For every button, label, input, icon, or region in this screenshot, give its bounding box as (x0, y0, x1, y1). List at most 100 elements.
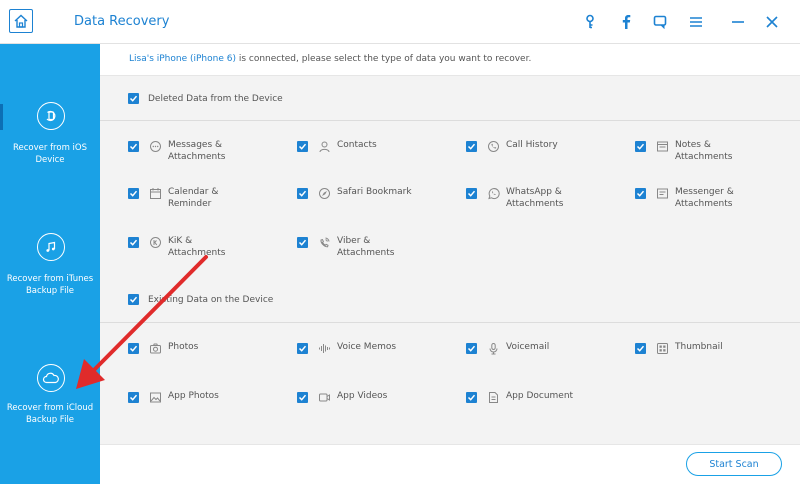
option-whatsapp[interactable]: WhatsApp & Attachments (466, 186, 586, 210)
option-thumbnail[interactable]: Thumbnail (635, 341, 755, 355)
option-photos[interactable]: Photos (128, 341, 248, 355)
option-label: Calendar & Reminder (168, 187, 219, 209)
option-label: App Videos (337, 391, 388, 401)
checkbox[interactable] (128, 237, 139, 248)
option-calendar[interactable]: Calendar & Reminder (128, 186, 248, 210)
document-icon (486, 390, 500, 404)
checkbox[interactable] (128, 343, 139, 354)
option-messages[interactable]: Messages & Attachments (128, 139, 248, 163)
checkmark-icon (298, 190, 307, 197)
option-voice-memos[interactable]: Voice Memos (297, 341, 417, 355)
checkmark-icon (129, 394, 138, 401)
option-app-photos[interactable]: App Photos (128, 390, 248, 404)
facebook-button[interactable] (616, 12, 636, 32)
checkmark-icon (636, 143, 645, 150)
option-app-document[interactable]: App Document (466, 390, 596, 404)
checkbox[interactable] (297, 141, 308, 152)
sidebar-item-itunes-backup[interactable]: Recover from iTunes Backup File (0, 233, 100, 363)
option-label: Call History (506, 140, 558, 150)
checkmark-icon (467, 190, 476, 197)
feedback-button[interactable] (650, 12, 670, 32)
title-bar: Data Recovery (0, 0, 800, 44)
checkmark-icon (129, 239, 138, 246)
facebook-icon (622, 15, 631, 29)
menu-button[interactable] (686, 12, 706, 32)
checkbox[interactable] (128, 188, 139, 199)
checkmark-icon (298, 394, 307, 401)
checkbox[interactable] (128, 141, 139, 152)
sidebar-item-ios-device[interactable]: Recover from iOS Device (0, 102, 100, 232)
sidebar-item-icloud-backup[interactable]: Recover from iCloud Backup File (0, 364, 100, 484)
option-voicemail[interactable]: Voicemail (466, 341, 586, 355)
sidebar-item-label: Recover from iCloud Backup File (6, 403, 94, 425)
checkmark-icon (636, 190, 645, 197)
icloud-icon (37, 364, 65, 392)
deleted-section-header[interactable]: Deleted Data from the Device (128, 93, 283, 104)
checkbox[interactable] (466, 188, 477, 199)
checkmark-icon (129, 95, 138, 102)
checkbox[interactable] (635, 141, 646, 152)
checkmark-icon (129, 296, 138, 303)
option-call-history[interactable]: Call History (466, 139, 586, 153)
safari-icon (317, 186, 331, 200)
select-all-existing-checkbox[interactable] (128, 294, 139, 305)
device-name: Lisa's iPhone (iPhone 6) (129, 54, 236, 64)
option-label: Voicemail (506, 342, 550, 352)
checkbox[interactable] (466, 392, 477, 403)
sidebar: Recover from iOS Device Recover from iTu… (0, 44, 100, 484)
bottom-bar: Start Scan (100, 444, 800, 484)
checkbox[interactable] (635, 343, 646, 354)
checkbox[interactable] (297, 237, 308, 248)
option-contacts[interactable]: Contacts (297, 139, 417, 153)
option-label: App Photos (168, 391, 219, 401)
contact-icon (317, 139, 331, 153)
app-title: Data Recovery (74, 14, 170, 29)
option-label: Notes & Attachments (675, 140, 733, 162)
viber-icon (317, 235, 331, 249)
start-scan-button[interactable]: Start Scan (686, 452, 782, 476)
option-label: Messages & Attachments (168, 140, 226, 162)
key-icon (586, 14, 594, 29)
close-button[interactable] (762, 12, 782, 32)
checkmark-icon (129, 143, 138, 150)
sidebar-item-label: Recover from iTunes Backup File (6, 274, 94, 296)
checkmark-icon (636, 345, 645, 352)
status-bar: Lisa's iPhone (iPhone 6) is connected, p… (100, 44, 800, 76)
checkbox[interactable] (297, 392, 308, 403)
phone-icon (486, 139, 500, 153)
kik-icon (148, 235, 162, 249)
checkmark-icon (467, 345, 476, 352)
existing-section-header[interactable]: Existing Data on the Device (128, 294, 273, 305)
checkbox[interactable] (128, 392, 139, 403)
checkbox[interactable] (635, 188, 646, 199)
option-viber[interactable]: Viber & Attachments (297, 235, 417, 259)
checkbox[interactable] (466, 343, 477, 354)
message-icon (148, 139, 162, 153)
option-label: Photos (168, 342, 199, 352)
video-icon (317, 390, 331, 404)
home-button[interactable] (9, 9, 33, 33)
checkmark-icon (298, 143, 307, 150)
checkbox[interactable] (466, 141, 477, 152)
minimize-button[interactable] (728, 12, 748, 32)
whatsapp-icon (486, 186, 500, 200)
key-button[interactable] (580, 12, 600, 32)
option-app-videos[interactable]: App Videos (297, 390, 417, 404)
option-label: Messenger & Attachments (675, 187, 734, 209)
option-messenger[interactable]: Messenger & Attachments (635, 186, 755, 210)
checkmark-icon (298, 345, 307, 352)
option-safari[interactable]: Safari Bookmark (297, 186, 417, 200)
option-label: Voice Memos (337, 342, 397, 352)
select-all-deleted-checkbox[interactable] (128, 93, 139, 104)
checkmark-icon (467, 394, 476, 401)
section-label: Deleted Data from the Device (148, 93, 283, 104)
option-notes[interactable]: Notes & Attachments (635, 139, 755, 163)
minimize-icon (732, 21, 744, 23)
option-label: WhatsApp & Attachments (506, 187, 564, 209)
checkmark-icon (298, 239, 307, 246)
notes-icon (655, 139, 669, 153)
checkbox[interactable] (297, 343, 308, 354)
option-kik[interactable]: KiK & Attachments (128, 235, 248, 259)
checkbox[interactable] (297, 188, 308, 199)
itunes-music-icon (37, 233, 65, 261)
